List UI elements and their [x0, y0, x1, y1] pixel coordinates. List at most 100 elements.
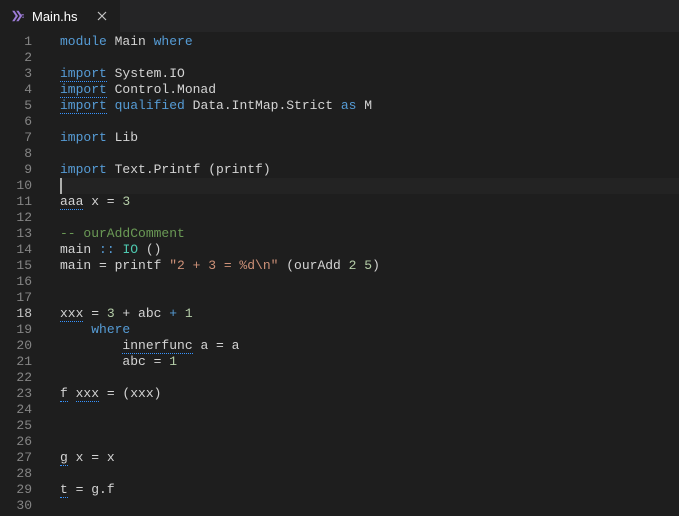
token: [177, 306, 185, 321]
code-line[interactable]: main :: IO (): [60, 242, 679, 258]
token: 1: [169, 354, 177, 369]
code-line[interactable]: abc = 1: [60, 354, 679, 370]
token: abc =: [60, 354, 169, 369]
line-number: 21: [0, 354, 52, 370]
token: (ourAdd: [278, 258, 348, 273]
line-number: 24: [0, 402, 52, 418]
code-line[interactable]: innerfunc a = a: [60, 338, 679, 354]
token: [68, 386, 76, 401]
token: "2 + 3 = %d\n": [169, 258, 278, 273]
line-number: 27: [0, 450, 52, 466]
line-number: 8: [0, 146, 52, 162]
editor[interactable]: 1234567891011121314151617181920212223242…: [0, 32, 679, 516]
line-number: 10: [0, 178, 52, 194]
line-number: 23: [0, 386, 52, 402]
token: M: [356, 98, 372, 113]
code-line[interactable]: -- ourAddComment: [60, 226, 679, 242]
token: where: [91, 322, 130, 337]
token: main: [60, 242, 99, 257]
token: [60, 322, 91, 337]
tab-label: Main.hs: [32, 9, 78, 24]
line-number: 12: [0, 210, 52, 226]
code-line[interactable]: [60, 418, 679, 434]
code-line[interactable]: [60, 498, 679, 514]
line-number: 9: [0, 162, 52, 178]
code-line[interactable]: [60, 146, 679, 162]
line-number: 15: [0, 258, 52, 274]
token: innerfunc: [122, 338, 192, 354]
token: Text.Printf (printf): [107, 162, 271, 177]
token: f: [60, 386, 68, 402]
token: System.IO: [107, 66, 185, 81]
token: [107, 98, 115, 113]
line-number: 30: [0, 498, 52, 514]
token: import: [60, 66, 107, 82]
code-line[interactable]: main = printf "2 + 3 = %d\n" (ourAdd 2 5…: [60, 258, 679, 274]
token: + abc: [115, 306, 170, 321]
token: -- ourAddComment: [60, 226, 185, 241]
code-line[interactable]: [60, 402, 679, 418]
token: x = x: [68, 450, 115, 465]
code-line[interactable]: module Main where: [60, 34, 679, 50]
code-line[interactable]: import Lib: [60, 130, 679, 146]
code-line[interactable]: [60, 210, 679, 226]
close-icon[interactable]: [94, 8, 110, 24]
line-number: 25: [0, 418, 52, 434]
line-number: 28: [0, 466, 52, 482]
line-number: 18: [0, 306, 52, 322]
cursor: [60, 178, 62, 194]
line-number-gutter: 1234567891011121314151617181920212223242…: [0, 32, 52, 516]
line-number: 13: [0, 226, 52, 242]
line-number: 29: [0, 482, 52, 498]
haskell-icon: [10, 8, 26, 24]
token: x =: [83, 194, 122, 209]
code-line[interactable]: where: [60, 322, 679, 338]
code-line[interactable]: [60, 434, 679, 450]
token: ): [372, 258, 380, 273]
code-line[interactable]: import System.IO: [60, 66, 679, 82]
token: [60, 338, 122, 353]
code-line[interactable]: aaa x = 3: [60, 194, 679, 210]
token: import: [60, 82, 107, 98]
code-line[interactable]: xxx = 3 + abc + 1: [60, 306, 679, 322]
code-line[interactable]: [60, 290, 679, 306]
code-line[interactable]: [60, 114, 679, 130]
token: = g.f: [68, 482, 115, 497]
token: ::: [99, 242, 115, 257]
token: g: [60, 450, 68, 466]
code-line[interactable]: import Text.Printf (printf): [60, 162, 679, 178]
line-number: 6: [0, 114, 52, 130]
token: Main: [115, 34, 154, 49]
code-line[interactable]: import qualified Data.IntMap.Strict as M: [60, 98, 679, 114]
code-line[interactable]: import Control.Monad: [60, 82, 679, 98]
token: main = printf: [60, 258, 169, 273]
token: a = a: [193, 338, 240, 353]
token: =: [83, 306, 106, 321]
code-line[interactable]: g x = x: [60, 450, 679, 466]
code-line[interactable]: f xxx = (xxx): [60, 386, 679, 402]
token: xxx: [76, 386, 99, 402]
code-line[interactable]: [60, 370, 679, 386]
token: as: [341, 98, 357, 113]
line-number: 3: [0, 66, 52, 82]
token: Control.Monad: [107, 82, 216, 97]
line-number: 7: [0, 130, 52, 146]
line-number: 2: [0, 50, 52, 66]
code-line[interactable]: [60, 466, 679, 482]
tab-main-hs[interactable]: Main.hs: [0, 0, 120, 32]
code-line[interactable]: [60, 178, 679, 194]
token: qualified: [115, 98, 185, 113]
token: xxx: [60, 306, 83, 322]
token: IO: [122, 242, 138, 257]
code-area[interactable]: module Main whereimport System.IOimport …: [52, 32, 679, 516]
token: module: [60, 34, 115, 49]
token: (): [138, 242, 161, 257]
token: where: [154, 34, 193, 49]
tab-bar: Main.hs: [0, 0, 679, 32]
code-line[interactable]: [60, 50, 679, 66]
code-line[interactable]: t = g.f: [60, 482, 679, 498]
line-number: 1: [0, 34, 52, 50]
line-number: 4: [0, 82, 52, 98]
code-line[interactable]: [60, 274, 679, 290]
line-number: 20: [0, 338, 52, 354]
